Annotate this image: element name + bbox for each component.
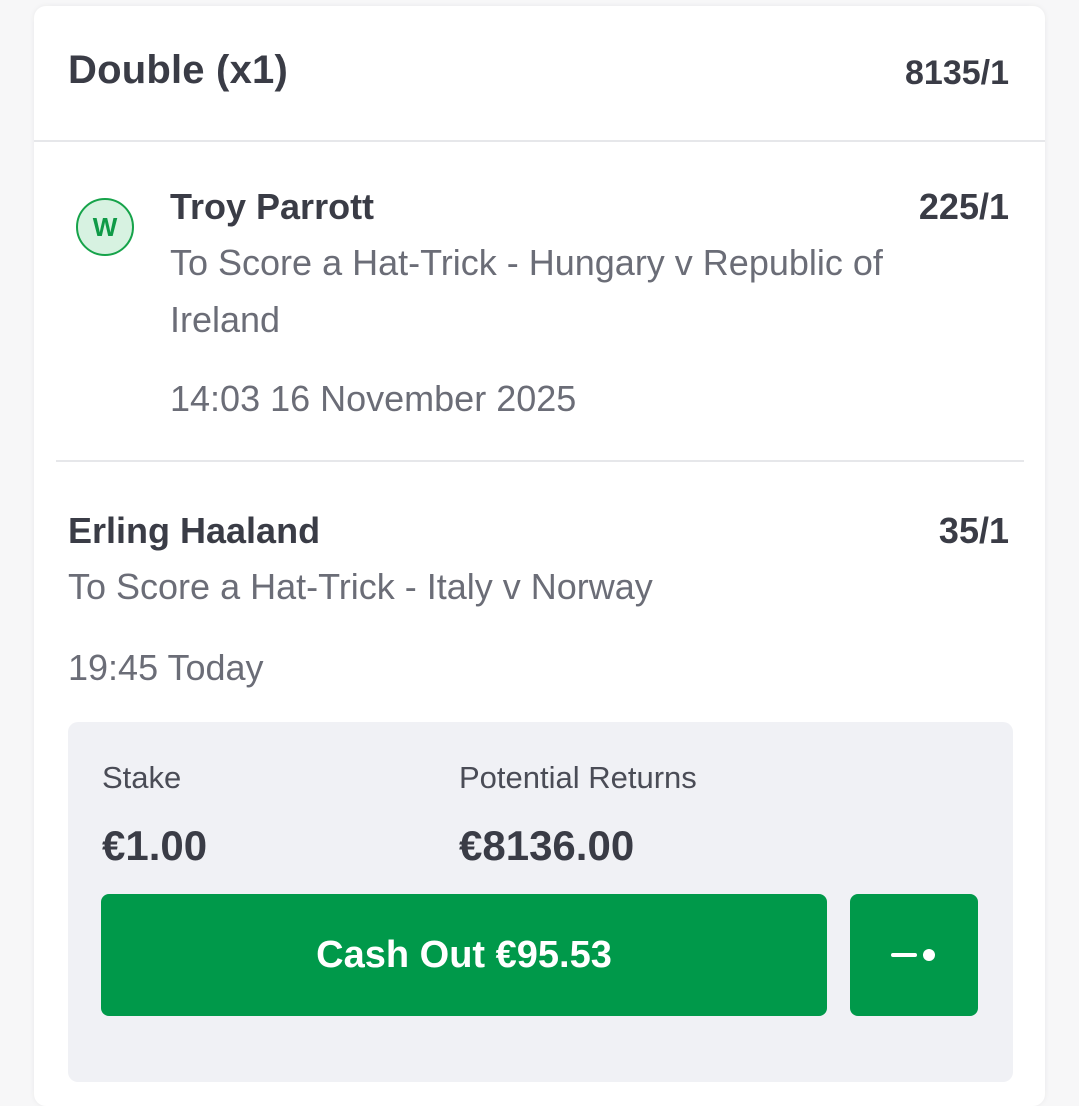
- selection-name: Troy Parrott: [170, 186, 375, 227]
- bet-total-odds: 8135/1: [905, 54, 1009, 92]
- stake-label: Stake: [102, 760, 182, 795]
- slider-toggle-icon: [891, 949, 935, 961]
- bet-type-title: Double (x1): [68, 48, 288, 92]
- potential-returns-label: Potential Returns: [459, 760, 697, 795]
- selection-market: To Score a Hat-Trick - Hungary v Republi…: [170, 242, 883, 340]
- selection-market: To Score a Hat-Trick - Italy v Norway: [68, 566, 653, 607]
- selection-name: Erling Haaland: [68, 510, 321, 551]
- stake-summary: Stake Potential Returns €1.00 €8136.00 C…: [68, 722, 1013, 1082]
- selection-odds: 35/1: [938, 510, 1009, 551]
- selection-time: 14:03 16 November 2025: [170, 378, 577, 419]
- selection-item: Erling Haaland 35/1 To Score a Hat-Trick…: [34, 462, 1045, 722]
- bet-header: Double (x1) 8135/1: [34, 6, 1045, 142]
- bet-card: Double (x1) 8135/1 W Troy Parrott 225/1 …: [34, 6, 1045, 1106]
- potential-returns-value: €8136.00: [459, 822, 635, 869]
- cash-out-button[interactable]: Cash Out €95.53: [101, 894, 827, 1016]
- selection-item: W Troy Parrott 225/1 To Score a Hat-Tric…: [34, 146, 1045, 462]
- partial-cash-out-button[interactable]: [850, 894, 978, 1016]
- selection-time: 19:45 Today: [68, 647, 264, 688]
- win-status-badge: W: [76, 198, 134, 256]
- selection-odds: 225/1: [918, 186, 1009, 227]
- stake-value: €1.00: [102, 822, 208, 869]
